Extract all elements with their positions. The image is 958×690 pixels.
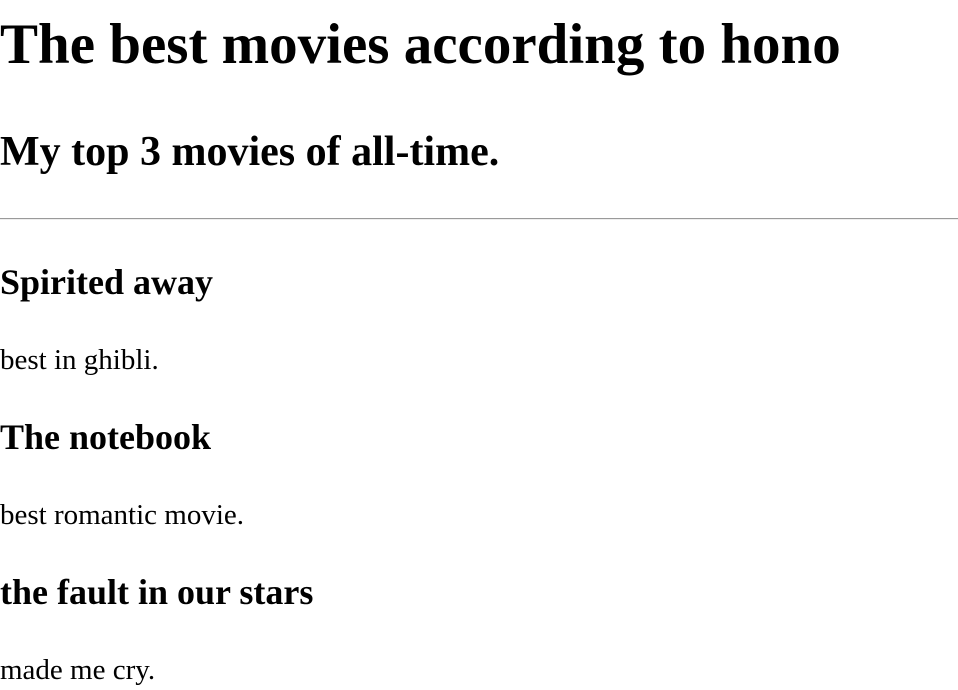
divider	[0, 218, 958, 220]
page-subtitle: My top 3 movies of all-time.	[0, 129, 500, 175]
movie-title: the fault in our stars	[0, 572, 314, 612]
movie-description: best romantic movie.	[0, 499, 245, 531]
page-title: The best movies according to hono	[0, 13, 841, 76]
page: The best movies according to hono My top…	[0, 0, 958, 690]
movie-description: best in ghibli.	[0, 344, 159, 376]
movie-description: made me cry.	[0, 654, 156, 686]
movie-title: The notebook	[0, 417, 212, 457]
movie-title: Spirited away	[0, 262, 214, 302]
